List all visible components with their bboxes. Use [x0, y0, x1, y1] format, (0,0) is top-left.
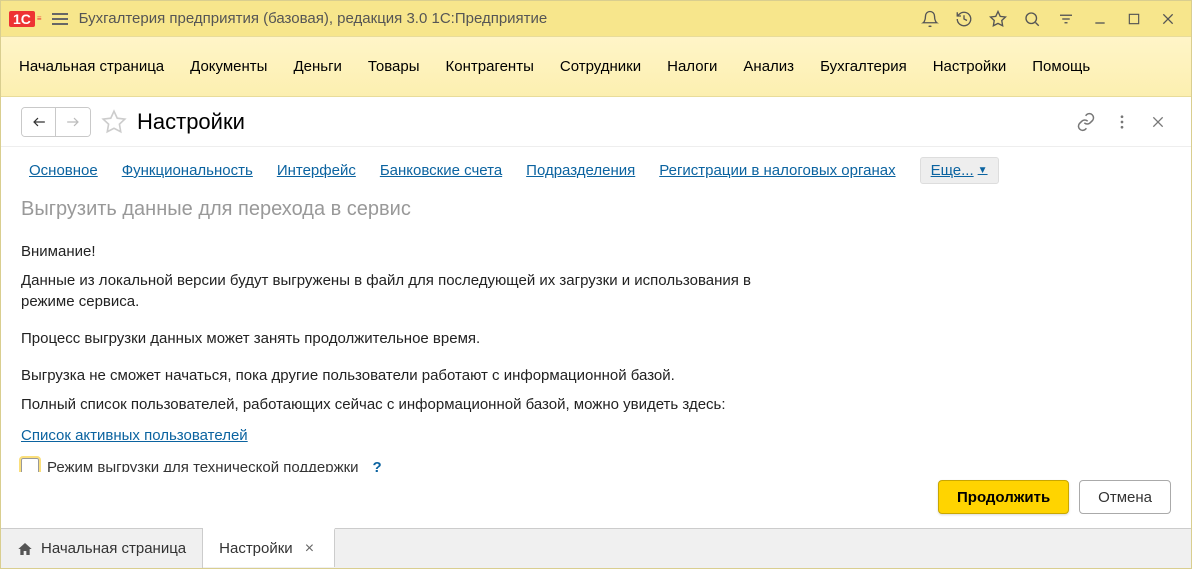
subnav-more-button[interactable]: Еще... ▼: [920, 157, 999, 184]
subnav-more-label: Еще...: [931, 162, 974, 179]
checkbox-row: Режим выгрузки для технической поддержки…: [21, 458, 1171, 472]
subnav-divisions[interactable]: Подразделения: [526, 162, 635, 179]
menu-item-help[interactable]: Помощь: [1030, 52, 1092, 81]
app-title: Бухгалтерия предприятия (базовая), редак…: [79, 10, 548, 27]
main-menu: Начальная страница Документы Деньги Това…: [1, 37, 1191, 97]
help-icon[interactable]: ?: [373, 459, 382, 473]
title-bar: 1C≡ Бухгалтерия предприятия (базовая), р…: [1, 1, 1191, 37]
checkbox-label: Режим выгрузки для технической поддержки: [47, 459, 359, 473]
info-text-3: Выгрузка не сможет начаться, пока другие…: [21, 365, 801, 386]
page-header: Настройки: [1, 97, 1191, 147]
menu-item-settings[interactable]: Настройки: [931, 52, 1009, 81]
star-icon[interactable]: [983, 4, 1013, 34]
chevron-down-icon: ▼: [978, 165, 988, 176]
subnav-tax-registrations[interactable]: Регистрации в налоговых органах: [659, 162, 895, 179]
close-page-icon[interactable]: [1145, 109, 1171, 135]
menu-item-home[interactable]: Начальная страница: [17, 52, 166, 81]
menu-item-goods[interactable]: Товары: [366, 52, 422, 81]
more-vertical-icon[interactable]: [1109, 109, 1135, 135]
favorite-star-icon[interactable]: [101, 109, 127, 135]
page-title: Настройки: [137, 109, 245, 135]
nav-back-button[interactable]: [22, 108, 56, 136]
bell-icon[interactable]: [915, 4, 945, 34]
subnav-functionality[interactable]: Функциональность: [122, 162, 253, 179]
app-logo: 1C≡: [9, 11, 41, 27]
tech-support-mode-checkbox[interactable]: [21, 458, 39, 472]
search-icon[interactable]: [1017, 4, 1047, 34]
link-icon[interactable]: [1073, 109, 1099, 135]
menu-item-taxes[interactable]: Налоги: [665, 52, 719, 81]
nav-forward-button[interactable]: [56, 108, 90, 136]
subnav-bank-accounts[interactable]: Банковские счета: [380, 162, 502, 179]
section-heading: Выгрузить данные для перехода в сервис: [21, 198, 1171, 221]
menu-item-analysis[interactable]: Анализ: [741, 52, 796, 81]
cancel-button[interactable]: Отмена: [1079, 480, 1171, 514]
active-users-link[interactable]: Список активных пользователей: [21, 427, 1171, 444]
menu-icon[interactable]: [49, 8, 71, 30]
history-icon[interactable]: [949, 4, 979, 34]
bottom-tabs: Начальная страница Настройки ×: [1, 528, 1191, 568]
close-icon[interactable]: [1153, 4, 1183, 34]
home-icon: [17, 541, 33, 557]
content-area: Выгрузить данные для перехода в сервис В…: [1, 192, 1191, 472]
title-actions: [915, 4, 1183, 34]
menu-item-money[interactable]: Деньги: [291, 52, 343, 81]
bottom-tab-label: Начальная страница: [41, 540, 186, 557]
minimize-icon[interactable]: [1085, 4, 1115, 34]
menu-item-counterparties[interactable]: Контрагенты: [444, 52, 536, 81]
menu-item-employees[interactable]: Сотрудники: [558, 52, 643, 81]
info-text-4: Полный список пользователей, работающих …: [21, 394, 801, 415]
subnav-interface[interactable]: Интерфейс: [277, 162, 356, 179]
buttons-row: Продолжить Отмена: [1, 472, 1191, 528]
tab-close-icon[interactable]: ×: [301, 540, 318, 558]
info-text-2: Процесс выгрузки данных может занять про…: [21, 328, 801, 349]
warning-label: Внимание!: [21, 241, 801, 262]
menu-item-accounting[interactable]: Бухгалтерия: [818, 52, 909, 81]
info-text-1: Данные из локальной версии будут выгруже…: [21, 270, 801, 312]
sub-nav: Основное Функциональность Интерфейс Банк…: [1, 147, 1191, 192]
page-header-actions: [1073, 109, 1171, 135]
subnav-main[interactable]: Основное: [29, 162, 98, 179]
bottom-tab-label: Настройки: [219, 540, 293, 557]
filter-icon[interactable]: [1051, 4, 1081, 34]
bottom-tab-home[interactable]: Начальная страница: [1, 529, 203, 568]
continue-button[interactable]: Продолжить: [938, 480, 1069, 514]
bottom-tab-settings[interactable]: Настройки ×: [203, 528, 335, 567]
nav-group: [21, 107, 91, 137]
maximize-icon[interactable]: [1119, 4, 1149, 34]
menu-item-documents[interactable]: Документы: [188, 52, 269, 81]
